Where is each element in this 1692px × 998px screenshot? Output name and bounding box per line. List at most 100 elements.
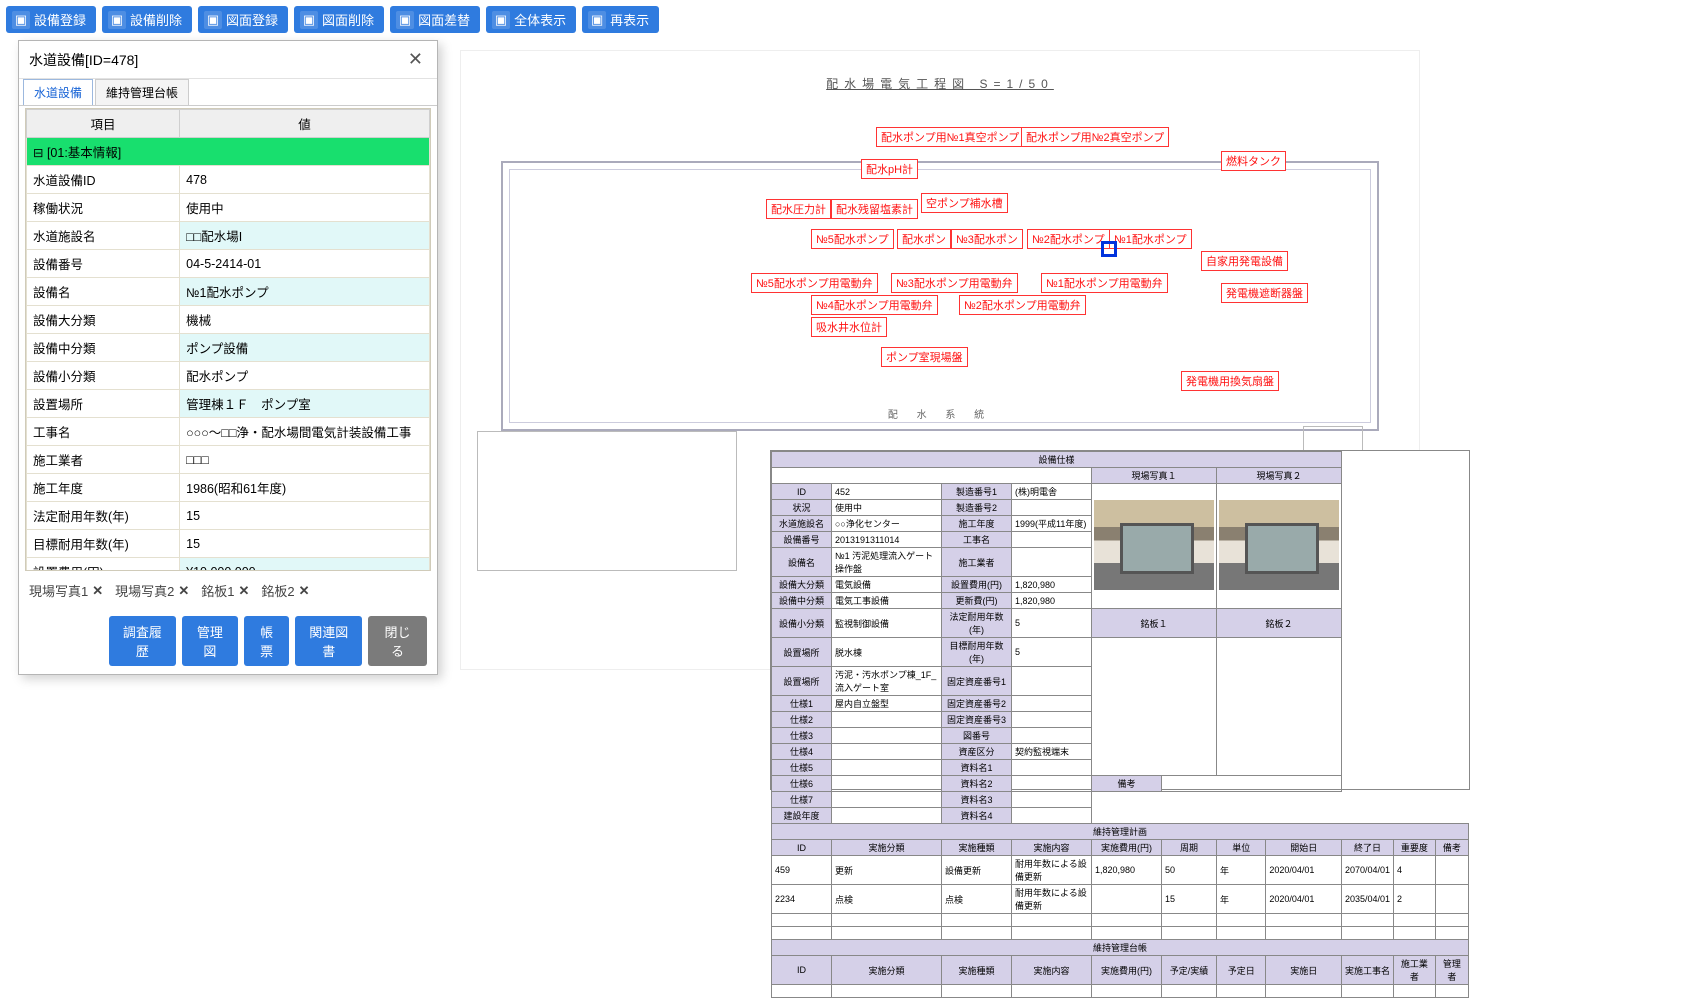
callout-№2配水ポンプ[interactable]: №2配水ポンプ <box>1027 229 1110 249</box>
toolbar-設備登録[interactable]: ▣設備登録 <box>6 6 96 33</box>
tab-維持管理台帳[interactable]: 維持管理台帳 <box>95 79 189 105</box>
spec-val <box>1012 548 1092 577</box>
prop-key: 設備番号 <box>27 250 180 278</box>
toolbar-label: 図面差替 <box>418 10 470 29</box>
photo-tab-銘板2[interactable]: 銘板2✕ <box>261 581 309 600</box>
spec-val <box>832 776 942 792</box>
callout-№3配水ポン[interactable]: №3配水ポン <box>951 229 1023 249</box>
section-header: ⊟ [01:基本情報] <box>27 138 430 166</box>
prop-value[interactable]: 管理棟１Ｆ ポンプ室 <box>180 390 430 418</box>
toolbar-再表示[interactable]: ▣再表示 <box>582 6 659 33</box>
toolbar-図面差替[interactable]: ▣図面差替 <box>390 6 480 33</box>
action-管理図[interactable]: 管理図 <box>182 616 238 666</box>
property-table: 項目 値 ⊟ [01:基本情報]水道設備ID478稼働状況使用中水道施設名□□配… <box>26 109 430 571</box>
callout-№5配水ポンプ用電動弁[interactable]: №5配水ポンプ用電動弁 <box>751 273 878 293</box>
toolbar-図面登録[interactable]: ▣図面登録 <box>198 6 288 33</box>
callout-燃料タンク[interactable]: 燃料タンク <box>1221 151 1286 171</box>
callout-№1配水ポンプ用電動弁[interactable]: №1配水ポンプ用電動弁 <box>1041 273 1168 293</box>
spec-val: 電気工事設備 <box>832 593 942 609</box>
callout-№5配水ポンプ[interactable]: №5配水ポンプ <box>811 229 894 249</box>
prop-key: 水道設備ID <box>27 166 180 194</box>
callout-配水ポンプ用№1真空ポンプ[interactable]: 配水ポンプ用№1真空ポンプ <box>876 127 1024 147</box>
prop-value[interactable]: 15 <box>180 530 430 558</box>
expand-icon: ▣ <box>492 11 510 29</box>
dialog-actions: 調査履歴管理図帳票関連図書閉じる <box>19 608 437 674</box>
prop-value[interactable]: 使用中 <box>180 194 430 222</box>
plan-header: 維持管理計画 <box>772 824 1469 840</box>
property-table-wrap[interactable]: 項目 値 ⊟ [01:基本情報]水道設備ID478稼働状況使用中水道施設名□□配… <box>25 108 431 571</box>
selected-equipment-marker[interactable] <box>1101 241 1117 257</box>
callout-№2配水ポンプ用電動弁[interactable]: №2配水ポンプ用電動弁 <box>959 295 1086 315</box>
tab-水道設備[interactable]: 水道設備 <box>23 79 93 105</box>
toolbar-図面削除[interactable]: ▣図面削除 <box>294 6 384 33</box>
photo-tab-現場写真2[interactable]: 現場写真2✕ <box>115 581 189 600</box>
site-photo-1[interactable] <box>1094 500 1214 590</box>
callout-ポンプ室現場盤[interactable]: ポンプ室現場盤 <box>881 347 968 367</box>
dialog-title: 水道設備[ID=478] <box>29 50 138 70</box>
nameplate-2[interactable] <box>1217 638 1342 776</box>
close-icon[interactable]: ✕ <box>92 583 103 599</box>
callout-配水残留塩素計[interactable]: 配水残留塩素計 <box>831 199 918 219</box>
spec-key: 設置場所 <box>772 638 832 667</box>
spec-val: 監視制御設備 <box>832 609 942 638</box>
close-button[interactable]: 閉じる <box>368 616 427 666</box>
callout-№3配水ポンプ用電動弁[interactable]: №3配水ポンプ用電動弁 <box>891 273 1018 293</box>
spec-key: 状況 <box>772 500 832 516</box>
prop-value[interactable]: ポンプ設備 <box>180 334 430 362</box>
schematic-inset-right <box>1303 426 1363 452</box>
spec-key: 目標耐用年数(年) <box>942 638 1012 667</box>
callout-配水ポンプ用№2真空ポンプ[interactable]: 配水ポンプ用№2真空ポンプ <box>1021 127 1169 147</box>
close-icon[interactable]: ✕ <box>178 583 189 599</box>
prop-value[interactable]: ¥10,000,000 <box>180 558 430 572</box>
photo-tab-銘板1[interactable]: 銘板1✕ <box>201 581 249 600</box>
prop-value[interactable]: №1配水ポンプ <box>180 278 430 306</box>
callout-発電機遮断器盤[interactable]: 発電機遮断器盤 <box>1221 283 1308 303</box>
plan-row[interactable]: 459更新設備更新耐用年数による設備更新1,820,98050年2020/04/… <box>772 856 1469 885</box>
photo-tab-現場写真1[interactable]: 現場写真1✕ <box>29 581 103 600</box>
callout-№4配水ポンプ用電動弁[interactable]: №4配水ポンプ用電動弁 <box>811 295 938 315</box>
spec-val: 1,820,980 <box>1012 577 1092 593</box>
callout-配水ポン[interactable]: 配水ポン <box>897 229 951 249</box>
plan-row[interactable]: 2234点検点検耐用年数による設備更新15年2020/04/012035/04/… <box>772 885 1469 914</box>
prop-value[interactable]: ○○○～□□浄・配水場間電気計装設備工事 <box>180 418 430 446</box>
spec-key: ID <box>772 484 832 500</box>
close-icon[interactable]: ✕ <box>404 49 427 70</box>
prop-value[interactable]: 1986(昭和61年度) <box>180 474 430 502</box>
callout-自家用発電設備[interactable]: 自家用発電設備 <box>1201 251 1288 271</box>
spec-val <box>1012 500 1092 516</box>
spec-key: 資料名1 <box>942 760 1012 776</box>
action-関連図書[interactable]: 関連図書 <box>295 616 362 666</box>
action-帳票[interactable]: 帳票 <box>244 616 289 666</box>
spec-val <box>832 712 942 728</box>
close-icon[interactable]: ✕ <box>239 583 250 599</box>
spec-val: 脱水棟 <box>832 638 942 667</box>
prop-value[interactable]: □□配水場I <box>180 222 430 250</box>
prop-value[interactable]: 478 <box>180 166 430 194</box>
toolbar-label: 図面登録 <box>226 10 278 29</box>
col-key: 項目 <box>27 110 180 138</box>
equipment-dialog: 水道設備[ID=478] ✕ 水道設備維持管理台帳 項目 値 ⊟ [01:基本情… <box>18 40 438 675</box>
toolbar-全体表示[interactable]: ▣全体表示 <box>486 6 576 33</box>
toolbar-label: 設備登録 <box>34 10 86 29</box>
prop-value[interactable]: □□□ <box>180 446 430 474</box>
callout-配水圧力計[interactable]: 配水圧力計 <box>766 199 831 219</box>
spec-key: 製造番号2 <box>942 500 1012 516</box>
spec-val: 5 <box>1012 609 1092 638</box>
prop-value[interactable]: 機械 <box>180 306 430 334</box>
nameplate-1[interactable] <box>1092 638 1217 776</box>
toolbar: ▣設備登録▣設備削除▣図面登録▣図面削除▣図面差替▣全体表示▣再表示 <box>0 0 1692 39</box>
close-icon[interactable]: ✕ <box>299 583 310 599</box>
prop-value[interactable]: 04-5-2414-01 <box>180 250 430 278</box>
callout-発電機用換気扇盤[interactable]: 発電機用換気扇盤 <box>1181 371 1279 391</box>
spec-key: 図番号 <box>942 728 1012 744</box>
action-調査履歴[interactable]: 調査履歴 <box>109 616 176 666</box>
prop-value[interactable]: 15 <box>180 502 430 530</box>
toolbar-設備削除[interactable]: ▣設備削除 <box>102 6 192 33</box>
callout-№1配水ポンプ[interactable]: №1配水ポンプ <box>1109 229 1192 249</box>
callout-吸水井水位計[interactable]: 吸水井水位計 <box>811 317 887 337</box>
callout-空ポンプ補水槽[interactable]: 空ポンプ補水槽 <box>921 193 1008 213</box>
prop-value[interactable]: 配水ポンプ <box>180 362 430 390</box>
spec-val: 屋内自立盤型 <box>832 696 942 712</box>
site-photo-2[interactable] <box>1219 500 1339 590</box>
callout-配水pH計[interactable]: 配水pH計 <box>861 159 918 179</box>
